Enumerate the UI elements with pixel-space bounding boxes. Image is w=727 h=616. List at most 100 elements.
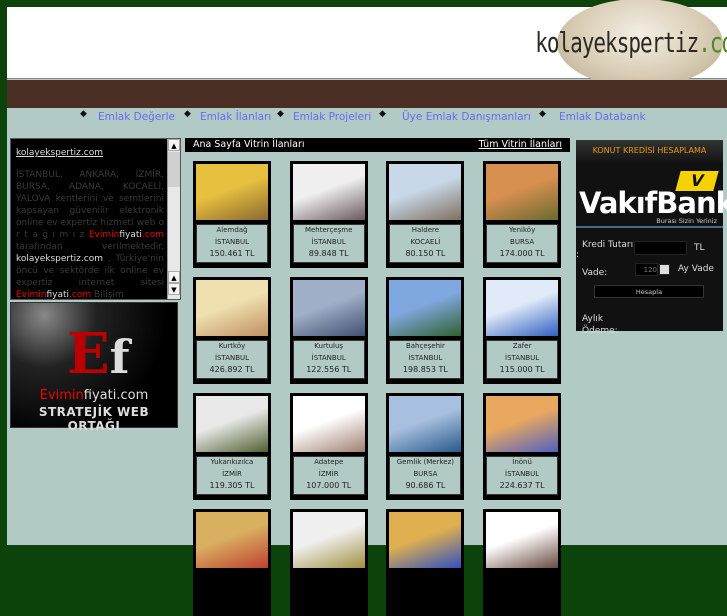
listing-photo[interactable] xyxy=(292,280,365,336)
scroll-down-icon[interactable]: ▼ xyxy=(168,283,180,295)
listing-card[interactable]: Yeniköy BURSA 174.000 TL xyxy=(483,161,562,268)
listing-price: 80.150 TL xyxy=(405,249,446,258)
scroll-thumb[interactable] xyxy=(168,152,180,187)
term-unit: Ay Vade xyxy=(678,264,714,274)
listing-price: 426.892 TL xyxy=(209,365,255,374)
listing-card[interactable] xyxy=(483,509,562,616)
site-logo[interactable]: kolayekspertiz.com xyxy=(535,0,727,88)
listing-photo[interactable] xyxy=(486,396,559,452)
eviminfiyati-ad-banner[interactable]: Ef Eviminfiyati.com STRATEJİK WEB ORTAĞI xyxy=(10,302,178,433)
listing-district: Zafer xyxy=(512,342,532,350)
about-title-link[interactable]: kolayekspertiz.com xyxy=(16,147,164,159)
all-showcase-link[interactable]: Tüm Vitrin İlanları xyxy=(479,138,562,152)
monthly-label: Aylık xyxy=(582,314,604,324)
nav-emlak-projeleri[interactable]: Emlak Projeleri xyxy=(293,111,371,123)
listing-card[interactable]: İnönü İSTANBUL 224.637 TL xyxy=(483,393,562,500)
listing-district: Yeniköy xyxy=(508,226,536,234)
scrollbar[interactable]: ▲ ▲ ▼ xyxy=(167,139,180,299)
listing-city: İSTANBUL xyxy=(505,469,540,478)
listing-card[interactable] xyxy=(386,509,465,616)
brand-b[interactable]: fiyati xyxy=(119,230,142,240)
nav-emlak-databank[interactable]: Emlak Databank xyxy=(559,111,646,123)
listing-card[interactable]: Haldere KOCAELİ 80.150 TL xyxy=(386,161,465,268)
term-dropdown-icon[interactable] xyxy=(659,264,670,275)
calculator-title: KONUT KREDİSİ HESAPLAMA xyxy=(576,140,723,164)
listing-photo[interactable] xyxy=(292,512,365,568)
listing-info: İnönü İSTANBUL 224.637 TL xyxy=(486,456,559,495)
listing-info: Gemlik (Merkez) BURSA 90.686 TL xyxy=(389,456,462,495)
bullet-icon: ◆ xyxy=(277,109,284,119)
nav-emlak-degerle[interactable]: Emlak Değerle xyxy=(98,111,175,123)
bullet-icon: ◆ xyxy=(184,109,191,119)
listing-info: Bahçeşehir İSTANBUL 198.853 TL xyxy=(389,340,462,379)
listing-info: Kurtköy İSTANBUL 426.892 TL xyxy=(196,340,268,379)
nav-emlak-ilanlari[interactable]: Emlak İlanları xyxy=(200,111,271,123)
listing-photo[interactable] xyxy=(196,396,268,452)
listing-card[interactable]: Mehterçeşme İSTANBUL 89.848 TL xyxy=(289,161,368,268)
listing-district: Kurtköy xyxy=(218,342,246,350)
listing-photo[interactable] xyxy=(486,280,559,336)
showcase-section: Ana Sayfa Vitrin İlanları Tüm Vitrin İla… xyxy=(185,138,570,616)
listing-city: İSTANBUL xyxy=(311,237,346,246)
listing-info: Yeniköy BURSA 174.000 TL xyxy=(486,224,559,263)
about-text: kolayekspertiz.com İSTANBUL, ANKARA, İZM… xyxy=(16,147,164,300)
showcase-title: Ana Sayfa Vitrin İlanları xyxy=(193,139,305,150)
listing-district: Adatepe xyxy=(314,458,344,466)
listing-card[interactable]: Alemdağ İSTANBUL 150.461 TL xyxy=(193,161,271,268)
term-input[interactable]: 120 xyxy=(635,263,658,276)
listing-info: Alemdağ İSTANBUL 150.461 TL xyxy=(196,224,268,263)
listing-card[interactable] xyxy=(193,509,271,616)
listing-info: Kurtuluş İSTANBUL 122.556 TL xyxy=(292,340,365,379)
listing-price: 115.000 TL xyxy=(499,365,545,374)
listing-card[interactable]: Zafer İSTANBUL 115.000 TL xyxy=(483,277,562,384)
listing-photo[interactable] xyxy=(196,512,268,568)
listing-card[interactable] xyxy=(289,509,368,616)
listing-city: İZMİR xyxy=(318,469,339,478)
nav-uye-emlak-danismanlari[interactable]: Üye Emlak Danışmanları xyxy=(402,111,531,123)
listing-photo[interactable] xyxy=(486,164,559,220)
listing-photo[interactable] xyxy=(389,512,462,568)
listing-price: 89.848 TL xyxy=(308,249,349,258)
scroll-up-icon[interactable]: ▲ xyxy=(168,271,180,283)
about-p4: Bilişim xyxy=(94,290,124,300)
listing-card[interactable]: Gemlik (Merkez) BURSA 90.686 TL xyxy=(386,393,465,500)
listing-card[interactable]: Kurtköy İSTANBUL 426.892 TL xyxy=(193,277,271,384)
listing-district: Bahçeşehir xyxy=(405,342,445,350)
listing-card[interactable]: Bahçeşehir İSTANBUL 198.853 TL xyxy=(386,277,465,384)
amount-input[interactable] xyxy=(634,241,687,255)
listing-district: Gemlik (Merkez) xyxy=(396,458,454,466)
about-textbox[interactable]: kolayekspertiz.com İSTANBUL, ANKARA, İZM… xyxy=(10,138,181,300)
listing-photo[interactable] xyxy=(389,396,462,452)
listing-price: 150.461 TL xyxy=(209,249,255,258)
listing-photo[interactable] xyxy=(389,164,462,220)
listing-photo[interactable] xyxy=(196,280,268,336)
scroll-up-icon[interactable]: ▲ xyxy=(168,139,180,151)
listing-city: BURSA xyxy=(510,237,535,246)
brand-a[interactable]: Evimin xyxy=(89,230,120,240)
listing-card[interactable]: Kurtuluş İSTANBUL 122.556 TL xyxy=(289,277,368,384)
listing-photo[interactable] xyxy=(389,280,462,336)
listing-city: İZMİR xyxy=(222,469,242,478)
listing-card[interactable]: Yukarıkızılca İZMİR 119.305 TL xyxy=(193,393,271,500)
logo-tld: .com xyxy=(698,27,727,59)
listing-photo[interactable] xyxy=(292,164,365,220)
amount-colon: : xyxy=(576,250,580,260)
listing-photo[interactable] xyxy=(486,512,559,568)
brand-a[interactable]: Evimin xyxy=(16,290,47,299)
listing-city: İSTANBUL xyxy=(408,353,443,362)
bullet-icon: ◆ xyxy=(539,109,546,119)
calculate-button[interactable]: Hesapla xyxy=(594,285,704,298)
brand-b[interactable]: fiyati xyxy=(47,290,70,299)
listing-district: Mehterçeşme xyxy=(304,226,353,234)
listing-price: 198.853 TL xyxy=(402,365,448,374)
bank-name: VakıfBank xyxy=(579,186,727,220)
listing-price: 224.637 TL xyxy=(499,481,545,490)
ad-slogan: STRATEJİK WEB ORTAĞI xyxy=(38,405,150,433)
listing-photo[interactable] xyxy=(292,396,365,452)
brand-tld[interactable]: .com xyxy=(69,290,91,299)
listing-card[interactable]: Adatepe İZMİR 107.000 TL xyxy=(289,393,368,500)
brand-tld[interactable]: .com xyxy=(142,230,164,240)
amount-label: Kredi Tutarı xyxy=(582,240,634,250)
listing-photo[interactable] xyxy=(196,164,268,220)
term-label: Vade: xyxy=(582,268,608,278)
